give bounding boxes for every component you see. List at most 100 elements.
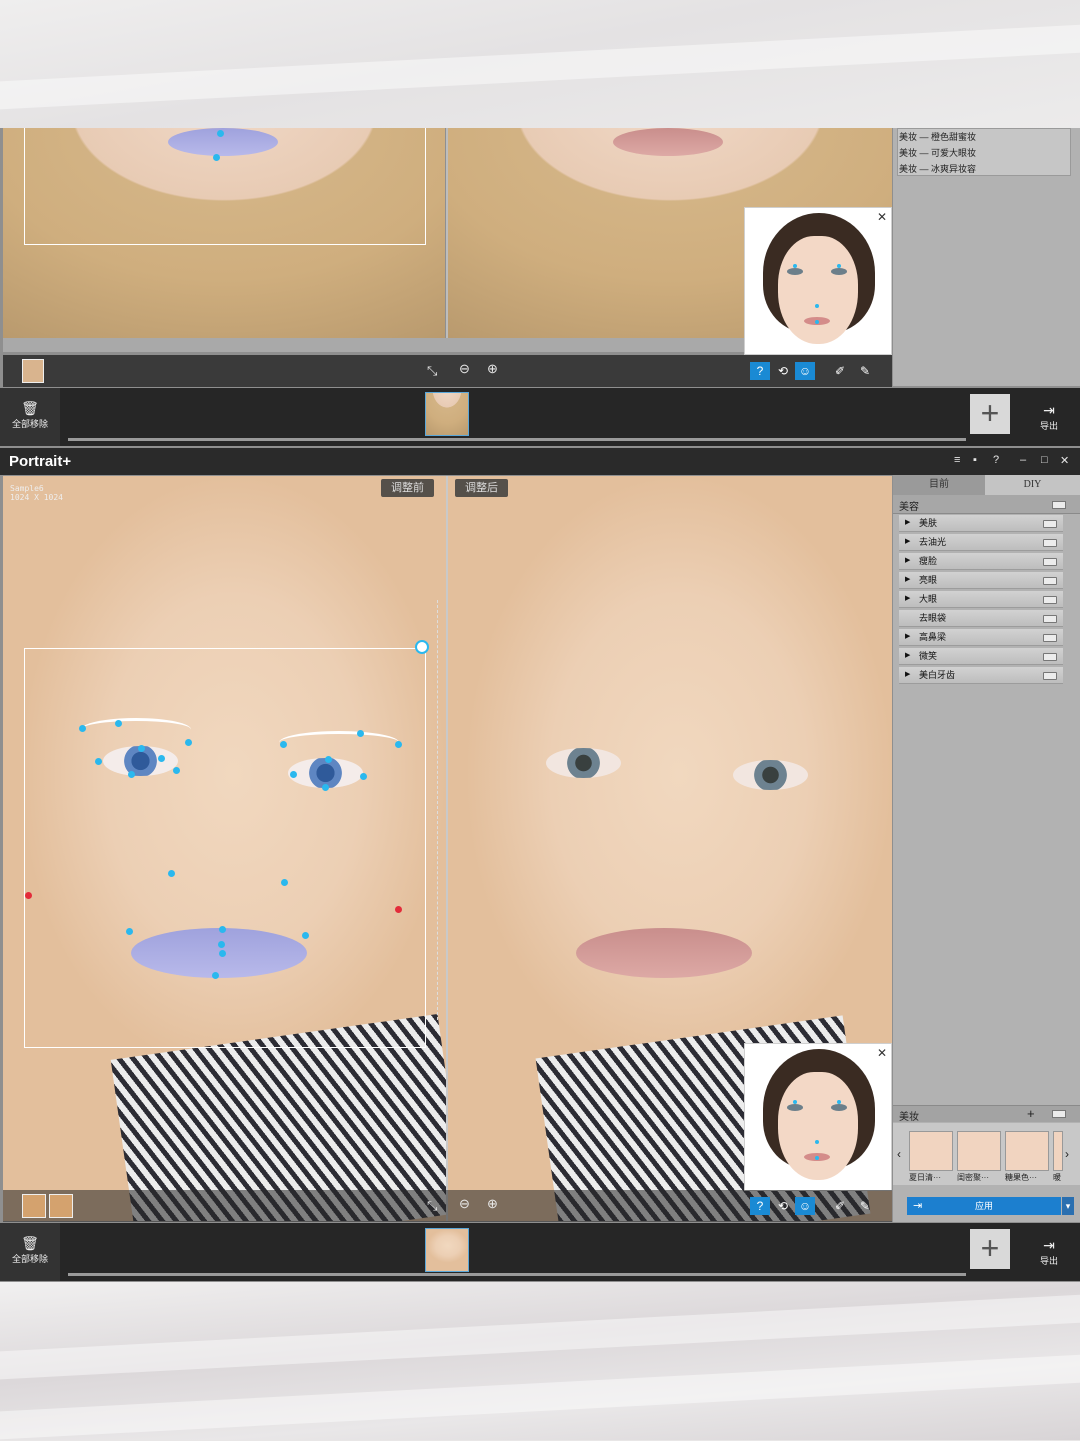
minimize-button[interactable]: – (1020, 454, 1026, 466)
landmark-point[interactable] (281, 879, 288, 886)
makeup-preset-thumb[interactable] (1005, 1131, 1049, 1171)
chat-icon[interactable]: ▪ (973, 454, 977, 466)
menu-item-deshine[interactable]: ▶ 去油光 (899, 534, 1063, 551)
add-makeup-button[interactable]: + (1027, 1106, 1035, 1121)
toggle-switch[interactable] (1052, 501, 1066, 509)
landmark-point[interactable] (173, 767, 180, 774)
preset-item[interactable]: 美妆 — 冰爽异妆容 (899, 162, 976, 175)
landmark-point[interactable] (302, 932, 309, 939)
menu-icon[interactable]: ≡ (954, 454, 960, 466)
mini-thumbnail[interactable] (49, 1194, 73, 1218)
export-button[interactable]: ⇥ 导出 (1024, 1237, 1074, 1267)
mini-thumbnail[interactable] (22, 359, 44, 383)
thumbnail-scrollbar[interactable] (68, 438, 966, 441)
landmark-point[interactable] (219, 926, 226, 933)
landmark-point[interactable] (290, 771, 297, 778)
close-icon[interactable]: ✕ (877, 1046, 887, 1060)
refresh-icon[interactable]: ⟲ (773, 362, 793, 380)
landmark-point-red[interactable] (395, 906, 402, 913)
image-thumbnail[interactable] (425, 392, 469, 436)
landmark-point[interactable] (212, 972, 219, 979)
preset-item[interactable]: 美妆 — 可爱大眼妆 (899, 146, 976, 159)
before-photo[interactable] (3, 476, 446, 1221)
landmark-point[interactable] (280, 741, 287, 748)
makeup-preset-thumb[interactable] (909, 1131, 953, 1171)
face-selection-box[interactable] (24, 128, 426, 245)
smile-icon[interactable]: ☺ (795, 1197, 815, 1215)
makeup-preset-thumb[interactable] (1053, 1131, 1063, 1171)
chevron-left-icon[interactable]: ‹ (897, 1147, 901, 1161)
menu-item-bright-eyes[interactable]: ▶ 亮眼 (899, 572, 1063, 589)
toggle-switch[interactable] (1043, 577, 1057, 585)
landmark-point[interactable] (219, 950, 226, 957)
landmark-point[interactable] (95, 758, 102, 765)
preset-item[interactable]: 美妆 — 橙色甜蜜妆 (899, 130, 976, 143)
landmark-point[interactable] (115, 720, 122, 727)
toggle-switch[interactable] (1043, 596, 1057, 604)
landmark-point[interactable] (158, 755, 165, 762)
eraser-icon[interactable]: ✐ (830, 362, 850, 380)
fit-screen-icon[interactable]: ⤡ (427, 1198, 437, 1214)
zoom-in-icon[interactable]: ⊕ (487, 1196, 498, 1212)
add-image-button[interactable]: + (970, 394, 1010, 434)
remove-all-button[interactable]: 🗑 全部移除 (0, 1223, 60, 1281)
eraser-icon[interactable]: ✐ (830, 1197, 850, 1215)
toggle-switch[interactable] (1043, 558, 1057, 566)
zoom-out-icon[interactable]: ⊖ (459, 1196, 470, 1212)
smile-icon[interactable]: ☺ (795, 362, 815, 380)
landmark-point-red[interactable] (25, 892, 32, 899)
help-icon[interactable]: ? (993, 454, 999, 466)
toggle-switch[interactable] (1043, 672, 1057, 680)
apply-dropdown-button[interactable]: ▾ (1062, 1197, 1074, 1215)
brush-icon[interactable]: ✎ (855, 1197, 875, 1215)
landmark-point[interactable] (168, 870, 175, 877)
face-selection-box[interactable] (24, 648, 426, 1048)
landmark-point[interactable] (395, 741, 402, 748)
top-before-photo[interactable] (3, 128, 445, 338)
close-icon[interactable]: ✕ (877, 210, 887, 224)
zoom-out-icon[interactable]: ⊖ (459, 361, 470, 377)
add-image-button[interactable]: + (970, 1229, 1010, 1269)
landmark-point[interactable] (185, 739, 192, 746)
toggle-switch[interactable] (1043, 634, 1057, 642)
landmark-point[interactable] (325, 756, 332, 763)
fit-screen-icon[interactable]: ⤡ (427, 363, 437, 379)
apply-button[interactable]: ⇥ 应用 (907, 1197, 1061, 1215)
rotate-handle[interactable] (415, 640, 429, 654)
remove-all-button[interactable]: 🗑 全部移除 (0, 388, 60, 446)
mini-thumbnail[interactable] (22, 1194, 46, 1218)
refresh-icon[interactable]: ⟲ (773, 1197, 793, 1215)
landmark-point[interactable] (138, 745, 145, 752)
menu-item-nose[interactable]: ▶ 高鼻梁 (899, 629, 1063, 646)
toggle-switch[interactable] (1043, 520, 1057, 528)
chevron-right-icon[interactable]: › (1065, 1147, 1069, 1161)
landmark-point[interactable] (218, 941, 225, 948)
menu-item-teeth[interactable]: ▶ 美白牙齿 (899, 667, 1063, 684)
export-button[interactable]: ⇥ 导出 (1024, 402, 1074, 432)
toggle-switch[interactable] (1043, 539, 1057, 547)
menu-item-big-eyes[interactable]: ▶ 大眼 (899, 591, 1063, 608)
maximize-button[interactable]: □ (1041, 454, 1048, 466)
image-thumbnail[interactable] (425, 1228, 469, 1272)
menu-item-slim-face[interactable]: ▶ 瘦脸 (899, 553, 1063, 570)
landmark-point[interactable] (79, 725, 86, 732)
menu-item-smile[interactable]: ▶ 微笑 (899, 648, 1063, 665)
landmark-point[interactable] (360, 773, 367, 780)
makeup-preset-thumb[interactable] (957, 1131, 1001, 1171)
help-button[interactable]: ? (750, 362, 770, 380)
toggle-switch[interactable] (1052, 1110, 1066, 1118)
help-button[interactable]: ? (750, 1197, 770, 1215)
thumbnail-scrollbar[interactable] (68, 1273, 966, 1276)
landmark-point[interactable] (357, 730, 364, 737)
toggle-switch[interactable] (1043, 615, 1057, 623)
split-handle[interactable] (437, 600, 438, 1020)
menu-item-skin[interactable]: ▶ 美肤 (899, 515, 1063, 532)
tab-diy[interactable]: DIY (985, 475, 1080, 495)
brush-icon[interactable]: ✎ (855, 362, 875, 380)
zoom-in-icon[interactable]: ⊕ (487, 361, 498, 377)
tab-current[interactable]: 目前 (893, 475, 985, 495)
landmark-point[interactable] (128, 771, 135, 778)
menu-item-eye-bags[interactable]: 去眼袋 (899, 610, 1063, 627)
landmark-point[interactable] (322, 784, 329, 791)
toggle-switch[interactable] (1043, 653, 1057, 661)
